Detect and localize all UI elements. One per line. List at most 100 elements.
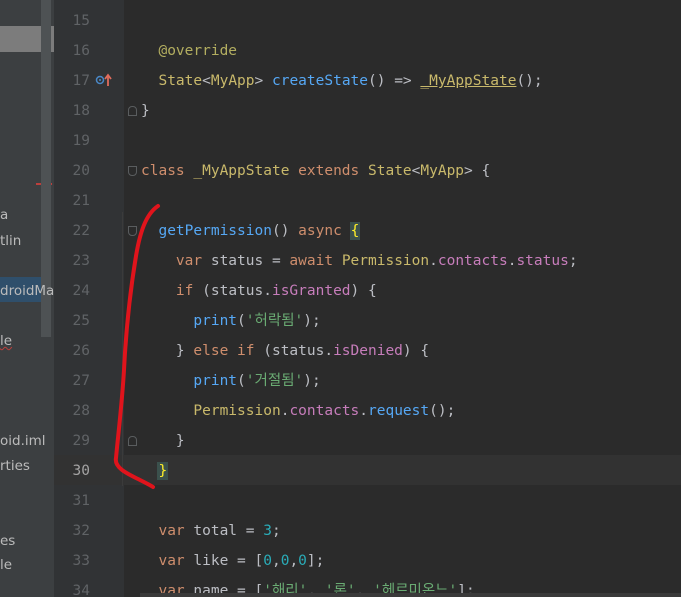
code-line[interactable]: } xyxy=(141,456,169,486)
fold-marker-icon[interactable] xyxy=(128,106,137,116)
code-line[interactable]: var like = [0,0,0]; xyxy=(141,546,324,576)
line-number: 23 xyxy=(72,253,90,269)
indent-guide xyxy=(122,212,123,486)
line-number: 31 xyxy=(72,493,90,509)
code-token: request xyxy=(368,403,430,419)
code-token: State xyxy=(158,73,203,89)
code-token: _MyAppState xyxy=(193,163,299,179)
code-token: . xyxy=(359,403,369,419)
code-token: . xyxy=(429,253,438,269)
code-line[interactable]: @override xyxy=(141,36,237,66)
code-token: ]; xyxy=(306,553,325,569)
code-token: Permission xyxy=(193,403,281,419)
code-line[interactable]: print('허락됨'); xyxy=(141,306,321,336)
project-panel: a tlin droidMa le oid.iml rties es le xyxy=(0,0,54,597)
code-token: (status. xyxy=(202,283,272,299)
horizontal-scrollbar[interactable] xyxy=(140,593,681,597)
project-tree-item[interactable]: a xyxy=(0,206,8,224)
code-line[interactable]: var status = await Permission.contacts.s… xyxy=(141,246,578,276)
line-number: 16 xyxy=(72,43,90,59)
code-token: (); xyxy=(516,73,543,89)
code-token: like = [ xyxy=(193,553,264,569)
project-tree-item[interactable]: tlin xyxy=(0,232,21,250)
project-tree-item[interactable]: rties xyxy=(0,457,30,475)
line-number: 25 xyxy=(72,313,90,329)
code-token: } xyxy=(141,103,150,119)
code-token: ); xyxy=(303,313,321,329)
code-token: (status. xyxy=(263,343,334,359)
code-token: , xyxy=(271,553,281,569)
code-line[interactable]: } else if (status.isDenied) { xyxy=(141,336,429,366)
code-token: if xyxy=(175,283,203,299)
code-token: 3 xyxy=(263,523,272,539)
code-token: ; xyxy=(568,253,578,269)
line-number: 19 xyxy=(72,133,90,149)
project-tree-item[interactable]: le xyxy=(0,332,12,350)
code-token: ( xyxy=(237,313,246,329)
project-tree-item[interactable]: droidMa xyxy=(0,282,54,300)
line-number: 26 xyxy=(72,343,90,359)
code-line[interactable]: print('거절됨'); xyxy=(141,366,320,396)
code-line[interactable]: class _MyAppState extends State<MyApp> { xyxy=(141,156,490,186)
line-number: 30 xyxy=(72,463,90,479)
fold-marker-icon[interactable] xyxy=(128,226,137,236)
code-token: print xyxy=(193,313,238,329)
code-token: @override xyxy=(158,43,238,59)
code-token: class xyxy=(141,163,194,179)
code-token: var xyxy=(158,523,194,539)
code-line[interactable]: State<MyApp> createState() => _MyAppStat… xyxy=(141,66,543,96)
code-token: ; xyxy=(271,523,281,539)
override-gutter-icon[interactable] xyxy=(95,72,113,88)
line-number: 34 xyxy=(72,583,90,597)
code-token: < xyxy=(202,73,211,89)
line-number: 33 xyxy=(72,553,90,569)
code-token: total = xyxy=(193,523,264,539)
line-number: 20 xyxy=(72,163,90,179)
code-token: 0 xyxy=(298,553,307,569)
line-number: 32 xyxy=(72,523,90,539)
code-token: Permission xyxy=(341,253,430,269)
code-token: '허락됨' xyxy=(245,313,304,329)
line-number: 29 xyxy=(72,433,90,449)
code-token: () xyxy=(271,223,299,239)
code-token: } xyxy=(157,462,169,480)
code-token: MyApp xyxy=(210,73,255,89)
code-token: else if xyxy=(193,343,264,359)
code-line[interactable]: if (status.isGranted) { xyxy=(141,276,377,306)
line-number: 24 xyxy=(72,283,90,299)
code-line[interactable]: } xyxy=(141,426,185,456)
code-line[interactable]: var total = 3; xyxy=(141,516,281,546)
fold-marker-icon[interactable] xyxy=(128,436,137,446)
project-tree-item[interactable]: oid.iml xyxy=(0,432,46,450)
code-token: '거절됨' xyxy=(245,373,304,389)
fold-marker-icon[interactable] xyxy=(128,166,137,176)
code-token: createState xyxy=(271,73,369,89)
code-token: isGranted xyxy=(271,283,351,299)
code-token: ) { xyxy=(350,283,377,299)
code-token: } xyxy=(175,433,185,449)
code-token: _MyAppState xyxy=(420,73,517,89)
code-token: () => xyxy=(368,73,421,89)
code-token: ) { xyxy=(402,343,430,359)
code-token: print xyxy=(193,373,238,389)
project-tree-item[interactable]: le xyxy=(0,556,12,574)
code-token: var xyxy=(158,553,194,569)
code-token: status = xyxy=(210,253,290,269)
code-line[interactable]: Permission.contacts.request(); xyxy=(141,396,455,426)
code-line[interactable]: } xyxy=(141,96,150,126)
project-tree-item[interactable]: es xyxy=(0,532,15,550)
code-line[interactable]: getPermission() async { xyxy=(141,216,361,246)
code-token: 0 xyxy=(263,553,272,569)
code-token: extends xyxy=(298,163,368,179)
code-token: getPermission xyxy=(158,223,272,239)
